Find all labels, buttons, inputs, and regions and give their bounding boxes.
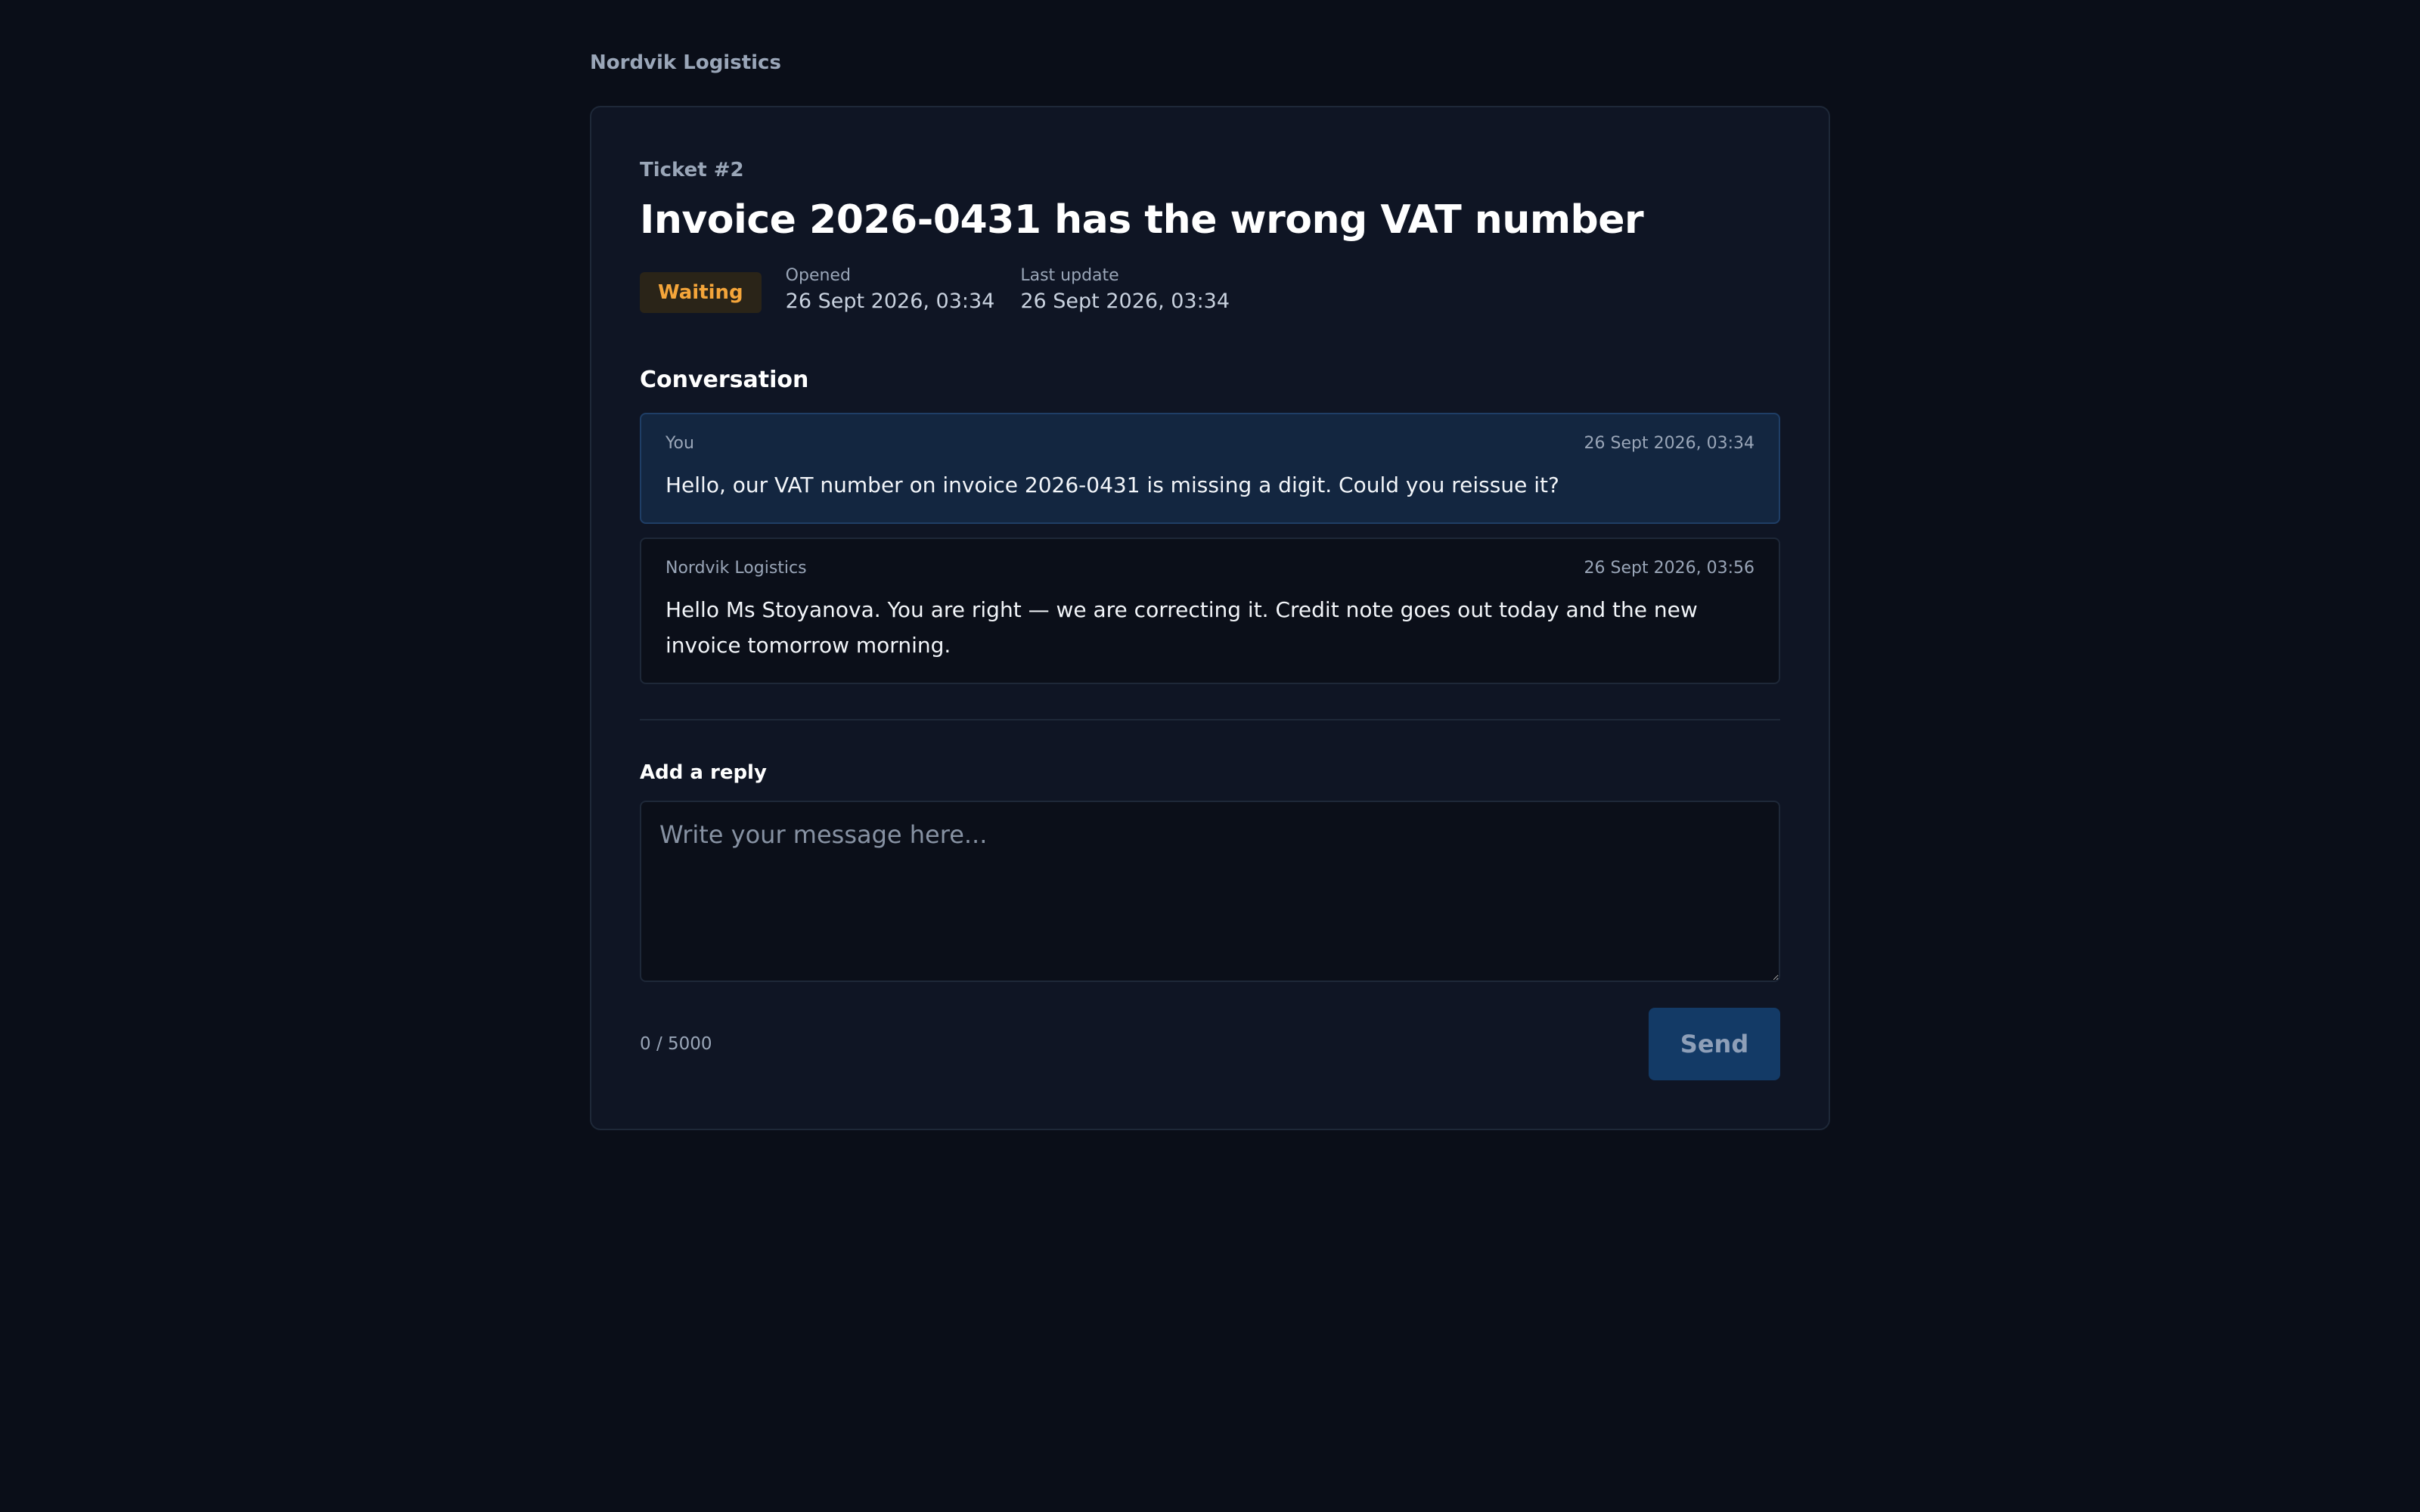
ticket-title: Invoice 2026-0431 has the wrong VAT numb… [640, 197, 1644, 243]
reply-textarea[interactable] [640, 801, 1780, 982]
last-update-meta: Last update 26 Sept 2026, 03:34 [1020, 265, 1230, 316]
opened-meta: Opened 26 Sept 2026, 03:34 [786, 265, 995, 316]
conversation-title: Conversation [640, 367, 809, 393]
message-body: Hello, our VAT number on invoice 2026-04… [666, 472, 1559, 497]
ticket-meta: Waiting Opened 26 Sept 2026, 03:34 Last … [640, 265, 1780, 316]
character-count: 0 / 5000 [640, 1034, 712, 1054]
message-author: You [666, 434, 694, 453]
page: Nordvik Logistics Ticket #2 Invoice 2026… [590, 0, 1830, 1130]
message-support: Nordvik Logistics 26 Sept 2026, 03:56 He… [640, 538, 1780, 684]
ticket-card: Ticket #2 Invoice 2026-0431 has the wron… [590, 106, 1830, 1130]
brand-name[interactable]: Nordvik Logistics [590, 50, 1830, 76]
message-author: Nordvik Logistics [666, 559, 807, 578]
reply-label: Add a reply [640, 761, 767, 784]
opened-value: 26 Sept 2026, 03:34 [785, 290, 995, 313]
status-badge: Waiting [640, 272, 762, 313]
message-timestamp: 26 Sept 2026, 03:56 [1584, 559, 1754, 578]
divider [640, 719, 1780, 720]
message-header: Nordvik Logistics 26 Sept 2026, 03:56 [666, 557, 1754, 580]
send-button[interactable]: Send [1649, 1008, 1780, 1080]
ticket-id: Ticket #2 [640, 159, 744, 181]
message-timestamp: 26 Sept 2026, 03:34 [1584, 434, 1754, 453]
last-update-value: 26 Sept 2026, 03:34 [1020, 290, 1230, 313]
last-update-label: Last update [1020, 266, 1119, 285]
message-body: Hello Ms Stoyanova. You are right — we a… [666, 597, 1698, 658]
message-customer: You 26 Sept 2026, 03:34 Hello, our VAT n… [640, 413, 1780, 524]
message-header: You 26 Sept 2026, 03:34 [666, 432, 1754, 455]
reply-footer: 0 / 5000 Send [640, 1008, 1780, 1080]
opened-label: Opened [785, 266, 851, 285]
